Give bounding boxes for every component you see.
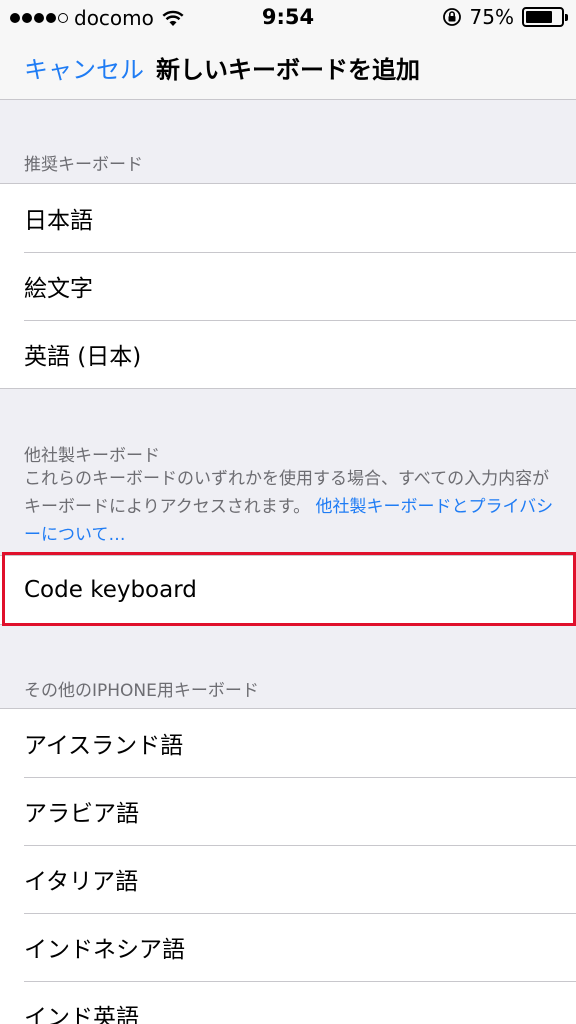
recommended-keyboard-list: 日本語 絵文字 英語 (日本) bbox=[0, 183, 576, 389]
battery-tip bbox=[565, 14, 568, 21]
section-header-third-party: 他社製キーボード bbox=[24, 446, 160, 466]
page-title: 新しいキーボードを追加 bbox=[156, 56, 420, 84]
rotation-lock-icon bbox=[442, 8, 461, 26]
status-right: 75% bbox=[442, 5, 568, 29]
battery-fill bbox=[526, 11, 552, 23]
third-party-keyboard-list: Code keyboard bbox=[0, 555, 576, 625]
keyboard-item-arabic[interactable]: アラビア語 bbox=[0, 777, 576, 845]
battery-icon bbox=[522, 7, 568, 27]
section-header-recommended: 推奨キーボード bbox=[24, 155, 143, 175]
status-bar: docomo 9:54 75% bbox=[0, 0, 576, 36]
third-party-description: これらのキーボードのいずれかを使用する場合、すべての入力内容がキーボードによりア… bbox=[24, 465, 560, 549]
battery-percent: 75% bbox=[469, 5, 514, 29]
keyboard-item-indian-english[interactable]: インド英語 bbox=[0, 981, 576, 1024]
screen: docomo 9:54 75% キャンセル 新しいキーボードを追加 推奨キーボー… bbox=[0, 0, 576, 1024]
keyboard-item-emoji[interactable]: 絵文字 bbox=[0, 252, 576, 320]
keyboard-item-english-japan[interactable]: 英語 (日本) bbox=[0, 320, 576, 388]
cancel-button[interactable]: キャンセル bbox=[24, 50, 144, 85]
keyboard-item-italian[interactable]: イタリア語 bbox=[0, 845, 576, 913]
keyboard-item-code-keyboard[interactable]: Code keyboard bbox=[0, 556, 576, 624]
navigation-bar: キャンセル 新しいキーボードを追加 bbox=[0, 36, 576, 100]
keyboard-item-icelandic[interactable]: アイスランド語 bbox=[0, 709, 576, 777]
section-header-other: その他のIPHONE用キーボード bbox=[24, 681, 259, 701]
keyboard-item-indonesian[interactable]: インドネシア語 bbox=[0, 913, 576, 981]
keyboard-item-japanese[interactable]: 日本語 bbox=[0, 184, 576, 252]
other-keyboard-list: アイスランド語 アラビア語 イタリア語 インドネシア語 インド英語 bbox=[0, 708, 576, 1024]
